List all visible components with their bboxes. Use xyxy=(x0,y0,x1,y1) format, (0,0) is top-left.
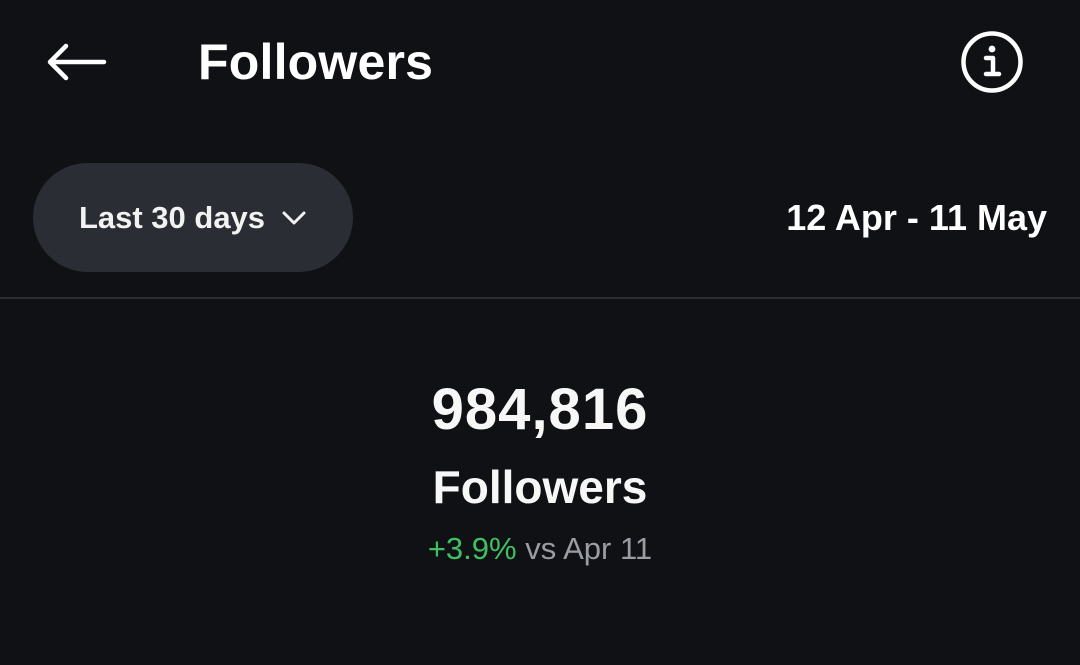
page-title: Followers xyxy=(198,34,434,90)
divider xyxy=(0,297,1080,299)
date-range-dropdown[interactable]: Last 30 days xyxy=(33,163,353,272)
date-range-dropdown-label: Last 30 days xyxy=(78,199,266,235)
top-app-bar: Followers xyxy=(0,0,1080,122)
date-range-text: 12 Apr - 11 May xyxy=(786,196,1047,238)
chevron-down-icon xyxy=(282,211,306,224)
followers-summary: 984,816 Followers +3.9% vs Apr 11 xyxy=(0,375,1080,569)
info-button[interactable] xyxy=(958,28,1026,96)
change-comparison: vs Apr 11 xyxy=(516,531,653,566)
change-line: +3.9% vs Apr 11 xyxy=(0,529,1080,569)
change-percentage: +3.9% xyxy=(427,531,517,566)
arrow-left-icon xyxy=(47,43,107,81)
filter-row: Last 30 days 12 Apr - 11 May xyxy=(0,160,1080,274)
follower-count: 984,816 xyxy=(431,377,649,442)
follower-count-label: Followers xyxy=(432,461,648,513)
info-icon xyxy=(961,31,1023,93)
back-button[interactable] xyxy=(36,30,116,94)
followers-screen: Followers Last 30 days 12 Apr - 11 May 9… xyxy=(0,0,1080,665)
